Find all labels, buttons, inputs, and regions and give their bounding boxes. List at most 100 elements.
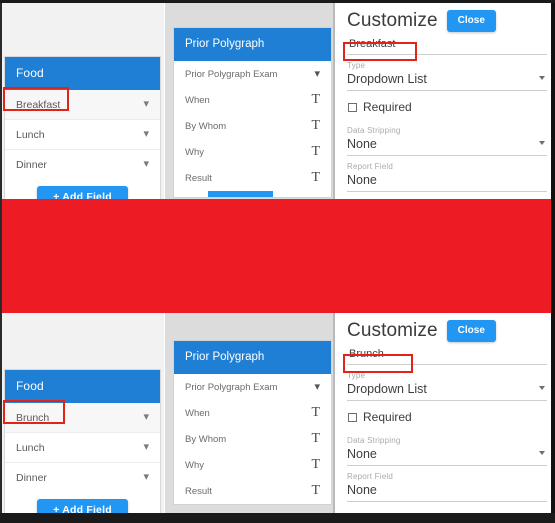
chevron-down-icon[interactable]: ▾ [143,99,149,110]
page-title-top: Customize [347,10,438,31]
type-select-value: Dropdown List [347,72,427,86]
report-field-bottom: Report Field None [347,466,547,502]
field-group-card-top: Food Breakfast ▾ Lunch ▾ Dinner ▾ + Add … [4,56,161,203]
field-row-dinner-bottom[interactable]: Dinner ▾ [5,463,160,492]
panel-seam-bottom [333,313,335,515]
required-checkbox-top[interactable] [348,102,357,112]
panel-seam-top [333,3,335,203]
required-checkbox-row-top[interactable]: Required [347,91,547,120]
customize-panel-bottom: Customize Close Brunch Type Dropdown Lis… [338,313,555,515]
data-stripping-field-bottom: Data Stripping None [347,430,547,466]
data-stripping-select-top[interactable]: None [347,136,547,156]
preview-row-label: By Whom [185,120,227,132]
text-field-icon: T [311,405,320,420]
report-field-select-top[interactable]: None [347,172,547,192]
preview-row-result-top[interactable]: Result T [174,165,331,191]
required-label-top: Required [363,100,412,114]
field-row-lunch-bottom[interactable]: Lunch ▾ [5,433,160,463]
composite-left-edge [0,0,2,523]
type-field-top: Type Dropdown List [347,55,547,91]
required-checkbox-bottom[interactable] [348,412,357,422]
preview-row-prior-polygraph-exam-bottom[interactable]: Prior Polygraph Exam ▾ [174,374,331,400]
preview-row-why-bottom[interactable]: Why T [174,452,331,478]
form-preview-panel-bottom: Prior Polygraph Prior Polygraph Exam ▾ W… [165,313,335,515]
report-field-label-top: Report Field [347,162,393,171]
preview-row-label: Why [185,459,204,471]
required-label-bottom: Required [363,410,412,424]
preview-row-by-whom-bottom[interactable]: By Whom T [174,426,331,452]
preview-row-label: Result [185,485,212,497]
chevron-down-icon[interactable]: ▾ [143,159,149,170]
preview-row-label: When [185,407,210,419]
preview-row-label: Result [185,172,212,184]
preview-row-label: Prior Polygraph Exam [185,68,278,80]
text-field-icon: T [311,170,320,185]
text-field-icon: T [311,457,320,472]
customize-header-top: Customize Close [347,3,547,36]
field-row-breakfast-top[interactable]: Breakfast ▾ [5,90,160,120]
field-row-label: Dinner [16,471,47,484]
preview-card-bottom: Prior Polygraph Prior Polygraph Exam ▾ W… [173,340,332,505]
preview-row-label: Prior Polygraph Exam [185,381,278,393]
before-state-screenshot: Food Breakfast ▾ Lunch ▾ Dinner ▾ + Add … [0,3,555,203]
composite-top-edge [0,0,555,3]
composite-right-edge [551,0,555,523]
caret-down-icon[interactable] [539,451,545,455]
add-field-row-bottom: + Add Field [5,492,160,515]
group-header-food-top: Food [5,57,160,90]
preview-row-why-top[interactable]: Why T [174,139,331,165]
preview-row-when-bottom[interactable]: When T [174,400,331,426]
field-name-input-bottom[interactable]: Brunch [347,346,547,365]
close-button-top[interactable]: Close [446,10,496,32]
report-field-label-bottom: Report Field [347,472,393,481]
preview-card-top: Prior Polygraph Prior Polygraph Exam ▾ W… [173,27,332,198]
field-row-label: Breakfast [16,98,61,111]
report-field-select-bottom[interactable]: None [347,482,547,502]
text-field-icon: T [311,431,320,446]
form-builder-panel-top: Food Breakfast ▾ Lunch ▾ Dinner ▾ + Add … [2,3,164,203]
chevron-down-icon[interactable]: ▾ [143,472,149,483]
field-row-label: Lunch [16,441,45,454]
customize-header-bottom: Customize Close [347,313,547,346]
preview-row-prior-polygraph-exam-top[interactable]: Prior Polygraph Exam ▾ [174,61,331,87]
preview-row-when-top[interactable]: When T [174,87,331,113]
type-select-bottom[interactable]: Dropdown List [347,381,547,401]
form-builder-panel-bottom: Food Brunch ▾ Lunch ▾ Dinner ▾ + Add Fie… [2,313,164,515]
field-row-label: Dinner [16,158,47,171]
field-name-input-top[interactable]: Breakfast [347,36,547,55]
chevron-down-icon[interactable]: ▾ [143,412,149,423]
report-field-value: None [347,483,377,497]
after-state-screenshot: Food Brunch ▾ Lunch ▾ Dinner ▾ + Add Fie… [0,313,555,515]
preview-button-partial-top[interactable] [174,191,331,197]
chevron-down-icon[interactable]: ▾ [314,68,320,80]
preview-row-result-bottom[interactable]: Result T [174,478,331,504]
composite-bottom-edge [0,513,555,523]
required-checkbox-row-bottom[interactable]: Required [347,401,547,430]
text-field-icon: T [311,118,320,133]
preview-row-by-whom-top[interactable]: By Whom T [174,113,331,139]
chevron-down-icon[interactable]: ▾ [143,129,149,140]
preview-header-prior-polygraph-bottom: Prior Polygraph [174,341,331,374]
close-button-bottom[interactable]: Close [446,320,496,342]
data-stripping-value: None [347,447,377,461]
group-header-food-bottom: Food [5,370,160,403]
field-row-dinner-top[interactable]: Dinner ▾ [5,150,160,179]
caret-down-icon[interactable] [539,386,545,390]
type-select-top[interactable]: Dropdown List [347,71,547,91]
chevron-down-icon[interactable]: ▾ [143,442,149,453]
preview-row-label: When [185,94,210,106]
caret-down-icon[interactable] [539,141,545,145]
chevron-down-icon[interactable]: ▾ [314,381,320,393]
field-row-brunch-bottom[interactable]: Brunch ▾ [5,403,160,433]
data-stripping-label-top: Data Stripping [347,126,401,135]
type-field-bottom: Type Dropdown List [347,365,547,401]
preview-header-prior-polygraph-top: Prior Polygraph [174,28,331,61]
caret-down-icon[interactable] [539,76,545,80]
text-field-icon: T [311,92,320,107]
data-stripping-select-bottom[interactable]: None [347,446,547,466]
page-title-bottom: Customize [347,320,438,341]
field-row-label: Lunch [16,128,45,141]
field-row-lunch-top[interactable]: Lunch ▾ [5,120,160,150]
data-stripping-value: None [347,137,377,151]
data-stripping-field-top: Data Stripping None [347,120,547,156]
